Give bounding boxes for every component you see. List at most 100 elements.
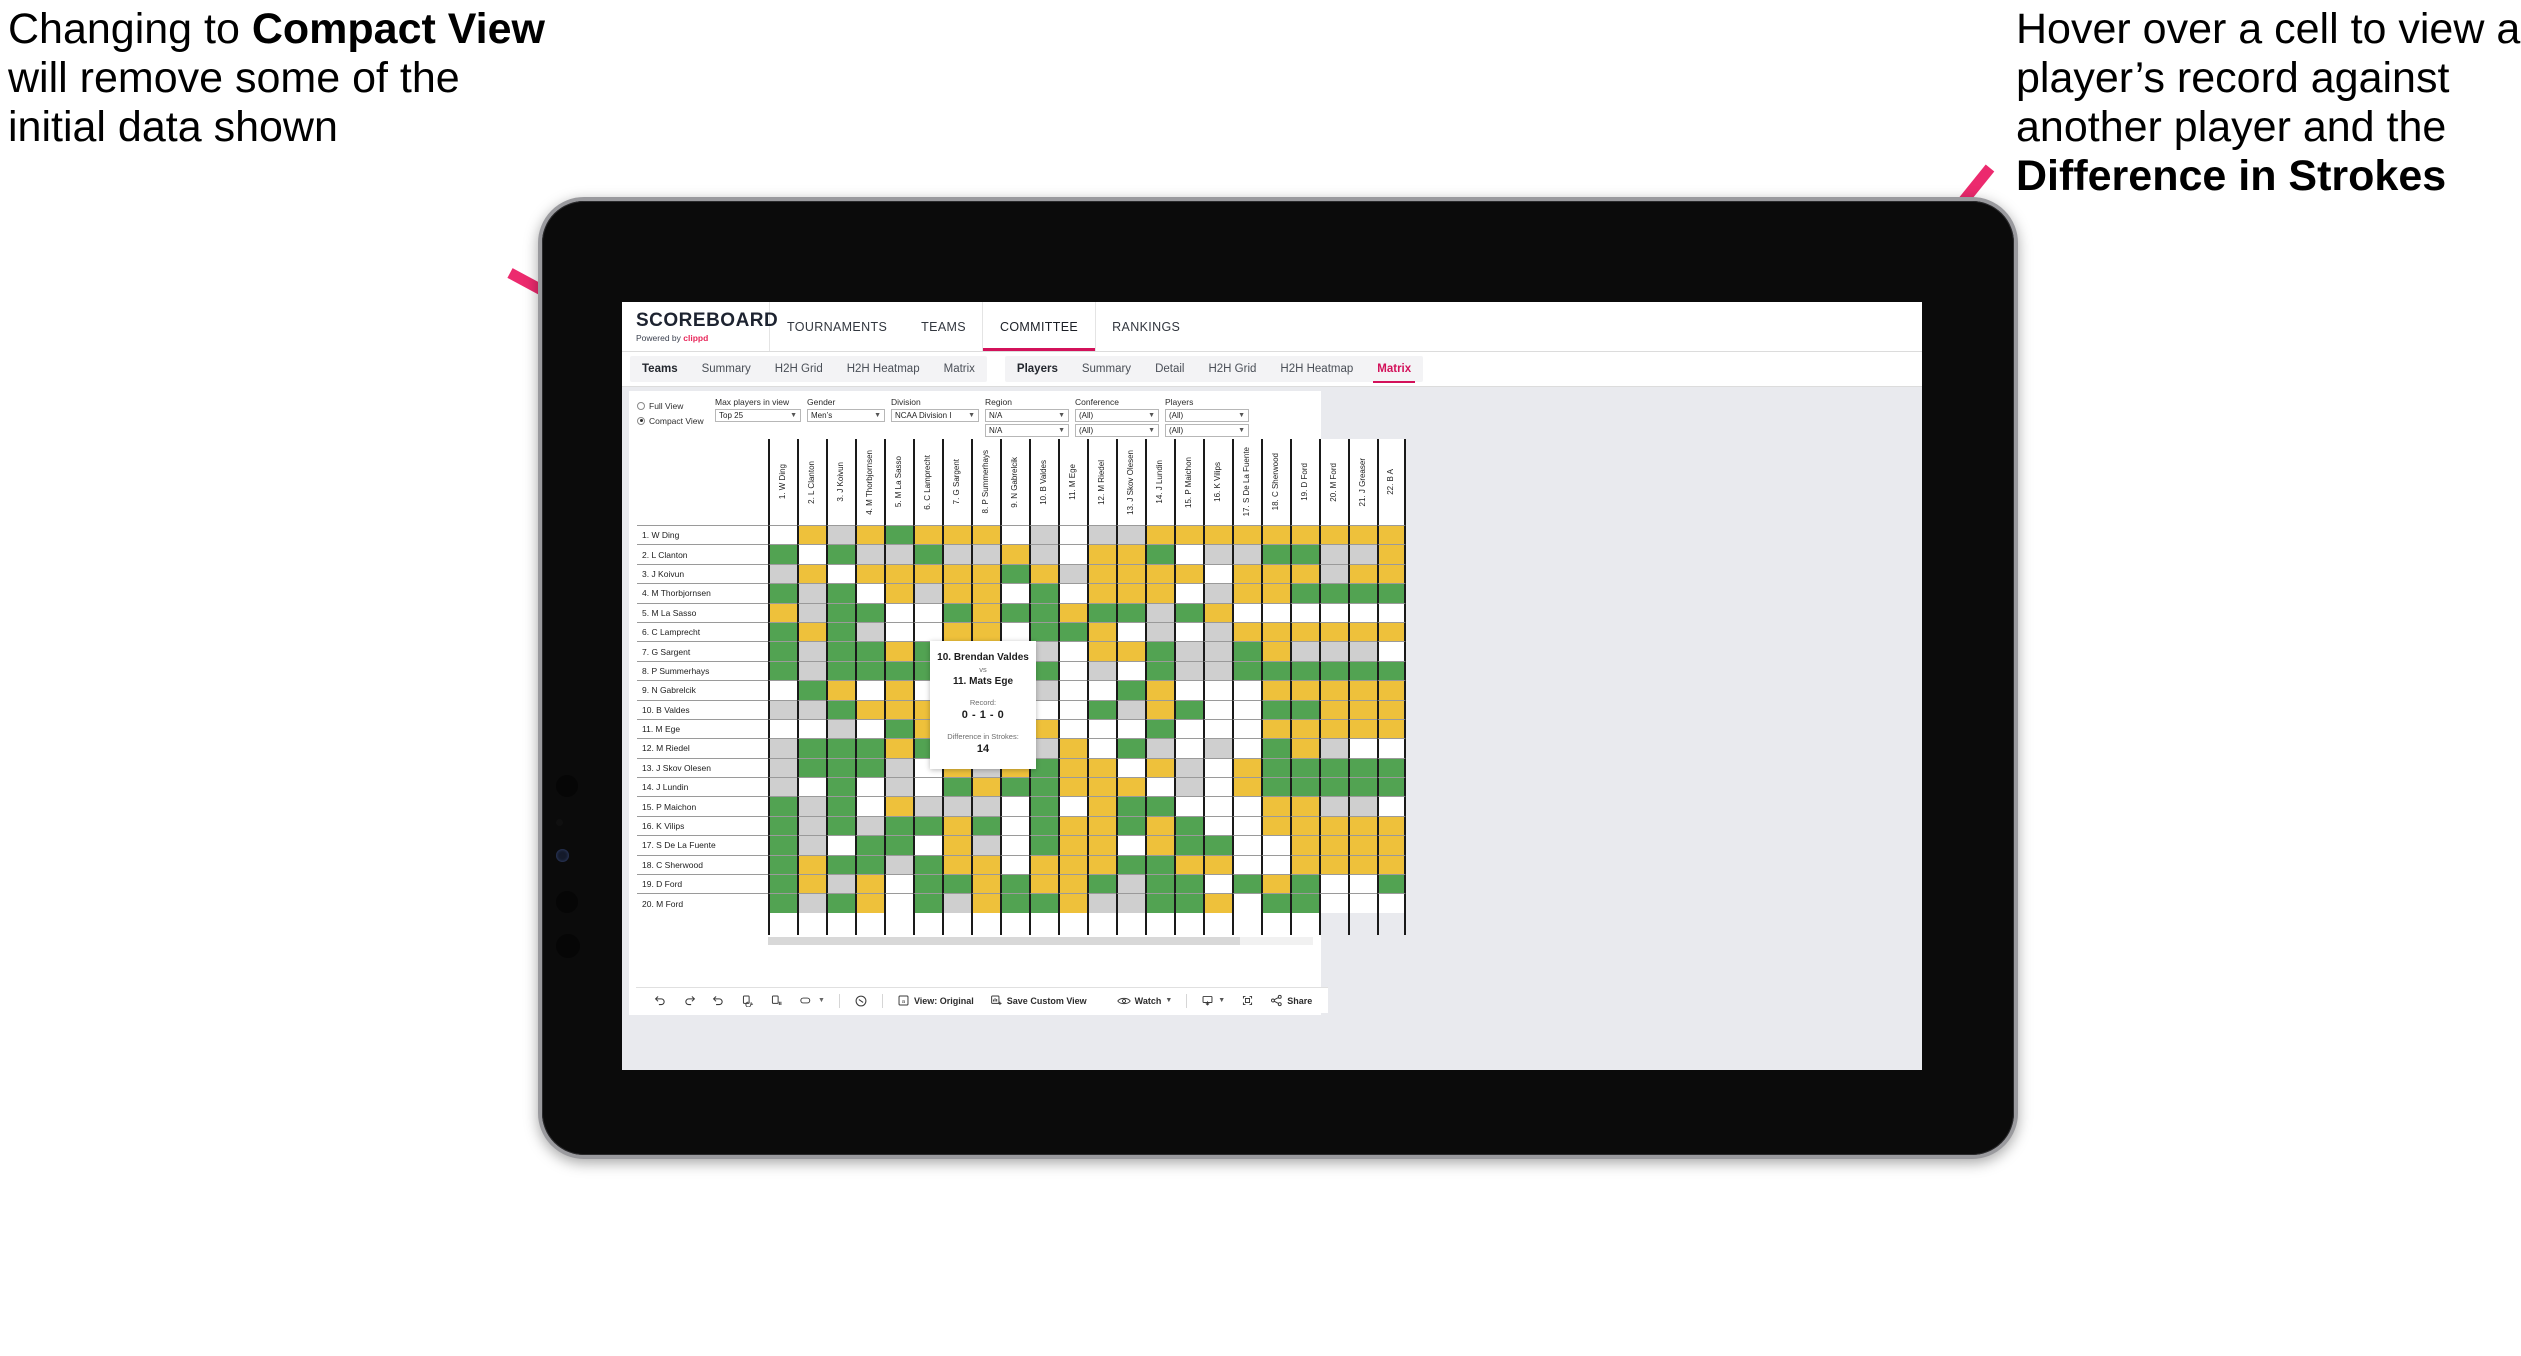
matrix-cell[interactable] [1174,544,1203,564]
matrix-cell[interactable] [1029,854,1058,875]
tab-teams-h2h-heatmap[interactable]: H2H Heatmap [835,356,932,382]
matrix-cell[interactable] [768,680,797,700]
matrix-cell[interactable] [1203,893,1232,913]
matrix-cell[interactable] [1348,583,1377,603]
matrix-cell[interactable] [1319,641,1348,661]
matrix-cell[interactable] [797,796,826,816]
matrix-cell[interactable] [826,525,855,545]
topnav-item-tournaments[interactable]: TOURNAMENTS [770,302,904,351]
matrix-cell[interactable] [1348,757,1377,778]
matrix-cell[interactable] [1261,621,1290,642]
matrix-cell[interactable] [1203,602,1232,622]
matrix-cell[interactable] [1377,777,1406,797]
matrix-cell[interactable] [913,893,942,913]
matrix-cell[interactable] [1116,835,1145,855]
matrix-cell[interactable] [855,563,884,584]
matrix-cell[interactable] [1319,525,1348,545]
matrix-cell[interactable] [1203,660,1232,681]
matrix-cell[interactable] [1319,699,1348,719]
download-button[interactable]: ▼ [1193,990,1233,1012]
matrix-cell[interactable] [1087,777,1116,797]
matrix-cell[interactable] [1348,718,1377,739]
matrix-cell[interactable] [1377,757,1406,778]
matrix-cell[interactable] [884,835,913,855]
matrix-cell[interactable] [1261,525,1290,545]
matrix-cell[interactable] [1290,874,1319,894]
matrix-cell[interactable] [1116,757,1145,778]
matrix-cell[interactable] [1377,680,1406,700]
matrix-cell[interactable] [1290,777,1319,797]
select-gender[interactable]: Men’s ▼ [807,409,885,422]
matrix-cell[interactable] [1232,563,1261,584]
matrix-cell[interactable] [1174,835,1203,855]
matrix-cell[interactable] [1290,796,1319,816]
matrix-cell[interactable] [1261,641,1290,661]
matrix-cell[interactable] [913,854,942,875]
matrix-cell[interactable] [797,835,826,855]
matrix-cell[interactable] [1058,544,1087,564]
matrix-cell[interactable] [797,583,826,603]
matrix-cell[interactable] [1029,777,1058,797]
matrix-cell[interactable] [1087,583,1116,603]
matrix-cell[interactable] [1116,854,1145,875]
matrix-cell[interactable] [1290,583,1319,603]
matrix-cell[interactable] [1377,525,1406,545]
matrix-cell[interactable] [884,602,913,622]
matrix-cell[interactable] [1087,660,1116,681]
matrix-cell[interactable] [1145,680,1174,700]
matrix-cell[interactable] [1290,525,1319,545]
matrix-cell[interactable] [1087,621,1116,642]
matrix-cell[interactable] [1261,815,1290,836]
matrix-cell[interactable] [1348,893,1377,913]
matrix-cell[interactable] [1116,680,1145,700]
matrix-cell[interactable] [768,525,797,545]
matrix-cell[interactable] [855,525,884,545]
tab-players-summary[interactable]: Summary [1070,356,1143,382]
matrix-cell[interactable] [1116,544,1145,564]
matrix-cell[interactable] [913,563,942,584]
matrix-cell[interactable] [942,835,971,855]
matrix-cell[interactable] [1232,680,1261,700]
matrix-cell[interactable] [1029,544,1058,564]
matrix-cell[interactable] [1029,835,1058,855]
matrix-cell[interactable] [1116,718,1145,739]
matrix-cell[interactable] [1174,641,1203,661]
matrix-cell[interactable] [1145,854,1174,875]
matrix-cell[interactable] [1000,777,1029,797]
matrix-cell[interactable] [913,835,942,855]
matrix-cell[interactable] [1174,893,1203,913]
save-custom-view-button[interactable]: Save Custom View [982,990,1095,1012]
matrix-cell[interactable] [855,718,884,739]
matrix-cell[interactable] [826,835,855,855]
revert-button[interactable] [704,990,733,1012]
matrix-cell[interactable] [1058,525,1087,545]
matrix-cell[interactable] [1261,563,1290,584]
matrix-cell[interactable] [1232,854,1261,875]
matrix-cell[interactable] [1145,699,1174,719]
tab-teams-h2h-grid[interactable]: H2H Grid [763,356,835,382]
matrix-cell[interactable] [1029,563,1058,584]
matrix-cell[interactable] [1058,757,1087,778]
matrix-cell[interactable] [913,874,942,894]
share-button[interactable]: Share [1262,990,1320,1012]
matrix-cell[interactable] [768,893,797,913]
matrix-cell[interactable] [1232,874,1261,894]
matrix-cell[interactable] [884,738,913,758]
matrix-cell[interactable] [797,893,826,913]
select-region-1[interactable]: N/A ▼ [985,409,1069,422]
matrix-cell[interactable] [1203,641,1232,661]
matrix-cell[interactable] [1232,835,1261,855]
matrix-cell[interactable] [1000,796,1029,816]
matrix-cell[interactable] [1261,680,1290,700]
matrix-cell[interactable] [942,874,971,894]
topnav-item-rankings[interactable]: RANKINGS [1095,302,1197,351]
matrix-cell[interactable] [1145,525,1174,545]
matrix-cell[interactable] [797,874,826,894]
matrix-cell[interactable] [1377,835,1406,855]
matrix-cell[interactable] [1261,602,1290,622]
matrix-cell[interactable] [1087,874,1116,894]
matrix-cell[interactable] [1174,525,1203,545]
matrix-cell[interactable] [913,777,942,797]
matrix-cell[interactable] [1116,563,1145,584]
matrix-cell[interactable] [1116,660,1145,681]
